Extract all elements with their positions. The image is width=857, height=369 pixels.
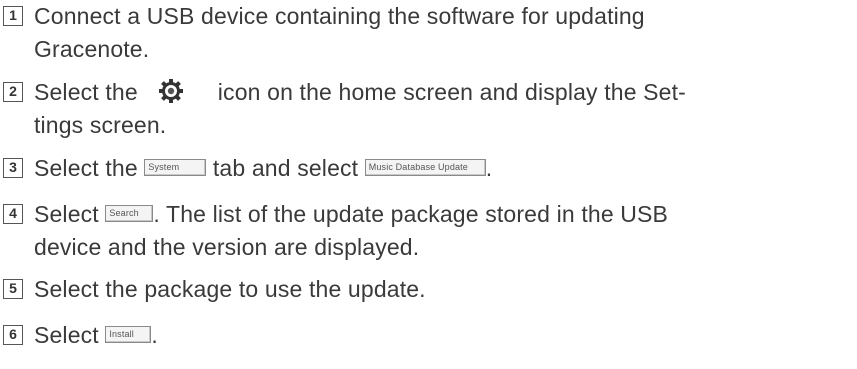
step-text: icon on the home screen and display the …: [217, 79, 686, 105]
step-text: .: [485, 155, 493, 181]
step-text: tings screen.: [34, 112, 167, 138]
step-text: .: [151, 322, 158, 348]
search-button[interactable]: Search: [105, 205, 154, 223]
step-text: Select the: [34, 79, 138, 105]
step-text: Connect a USB device containing the soft…: [34, 3, 645, 29]
install-button[interactable]: Install: [105, 326, 152, 344]
step-number: 4: [3, 204, 23, 224]
system-tab-button[interactable]: System: [144, 159, 207, 177]
step-text: Select the package to use the update.: [34, 276, 426, 302]
step-number: 2: [3, 82, 23, 102]
step-text: tab and select: [212, 155, 359, 181]
music-database-update-button[interactable]: Music Database Update: [364, 159, 486, 177]
step-number: 1: [3, 6, 23, 26]
step-text: Select: [34, 201, 99, 227]
step-text: Select the: [34, 155, 138, 181]
step-text: Select: [34, 322, 99, 348]
step-text: device and the version are displayed.: [34, 234, 420, 260]
settings-gear-icon: [158, 78, 184, 104]
step-text: . The list of the update package stored …: [153, 201, 669, 227]
step-text: Gracenote.: [34, 36, 150, 62]
step-number: 6: [3, 325, 23, 345]
step-number: 3: [3, 158, 23, 178]
step-number: 5: [3, 279, 23, 299]
